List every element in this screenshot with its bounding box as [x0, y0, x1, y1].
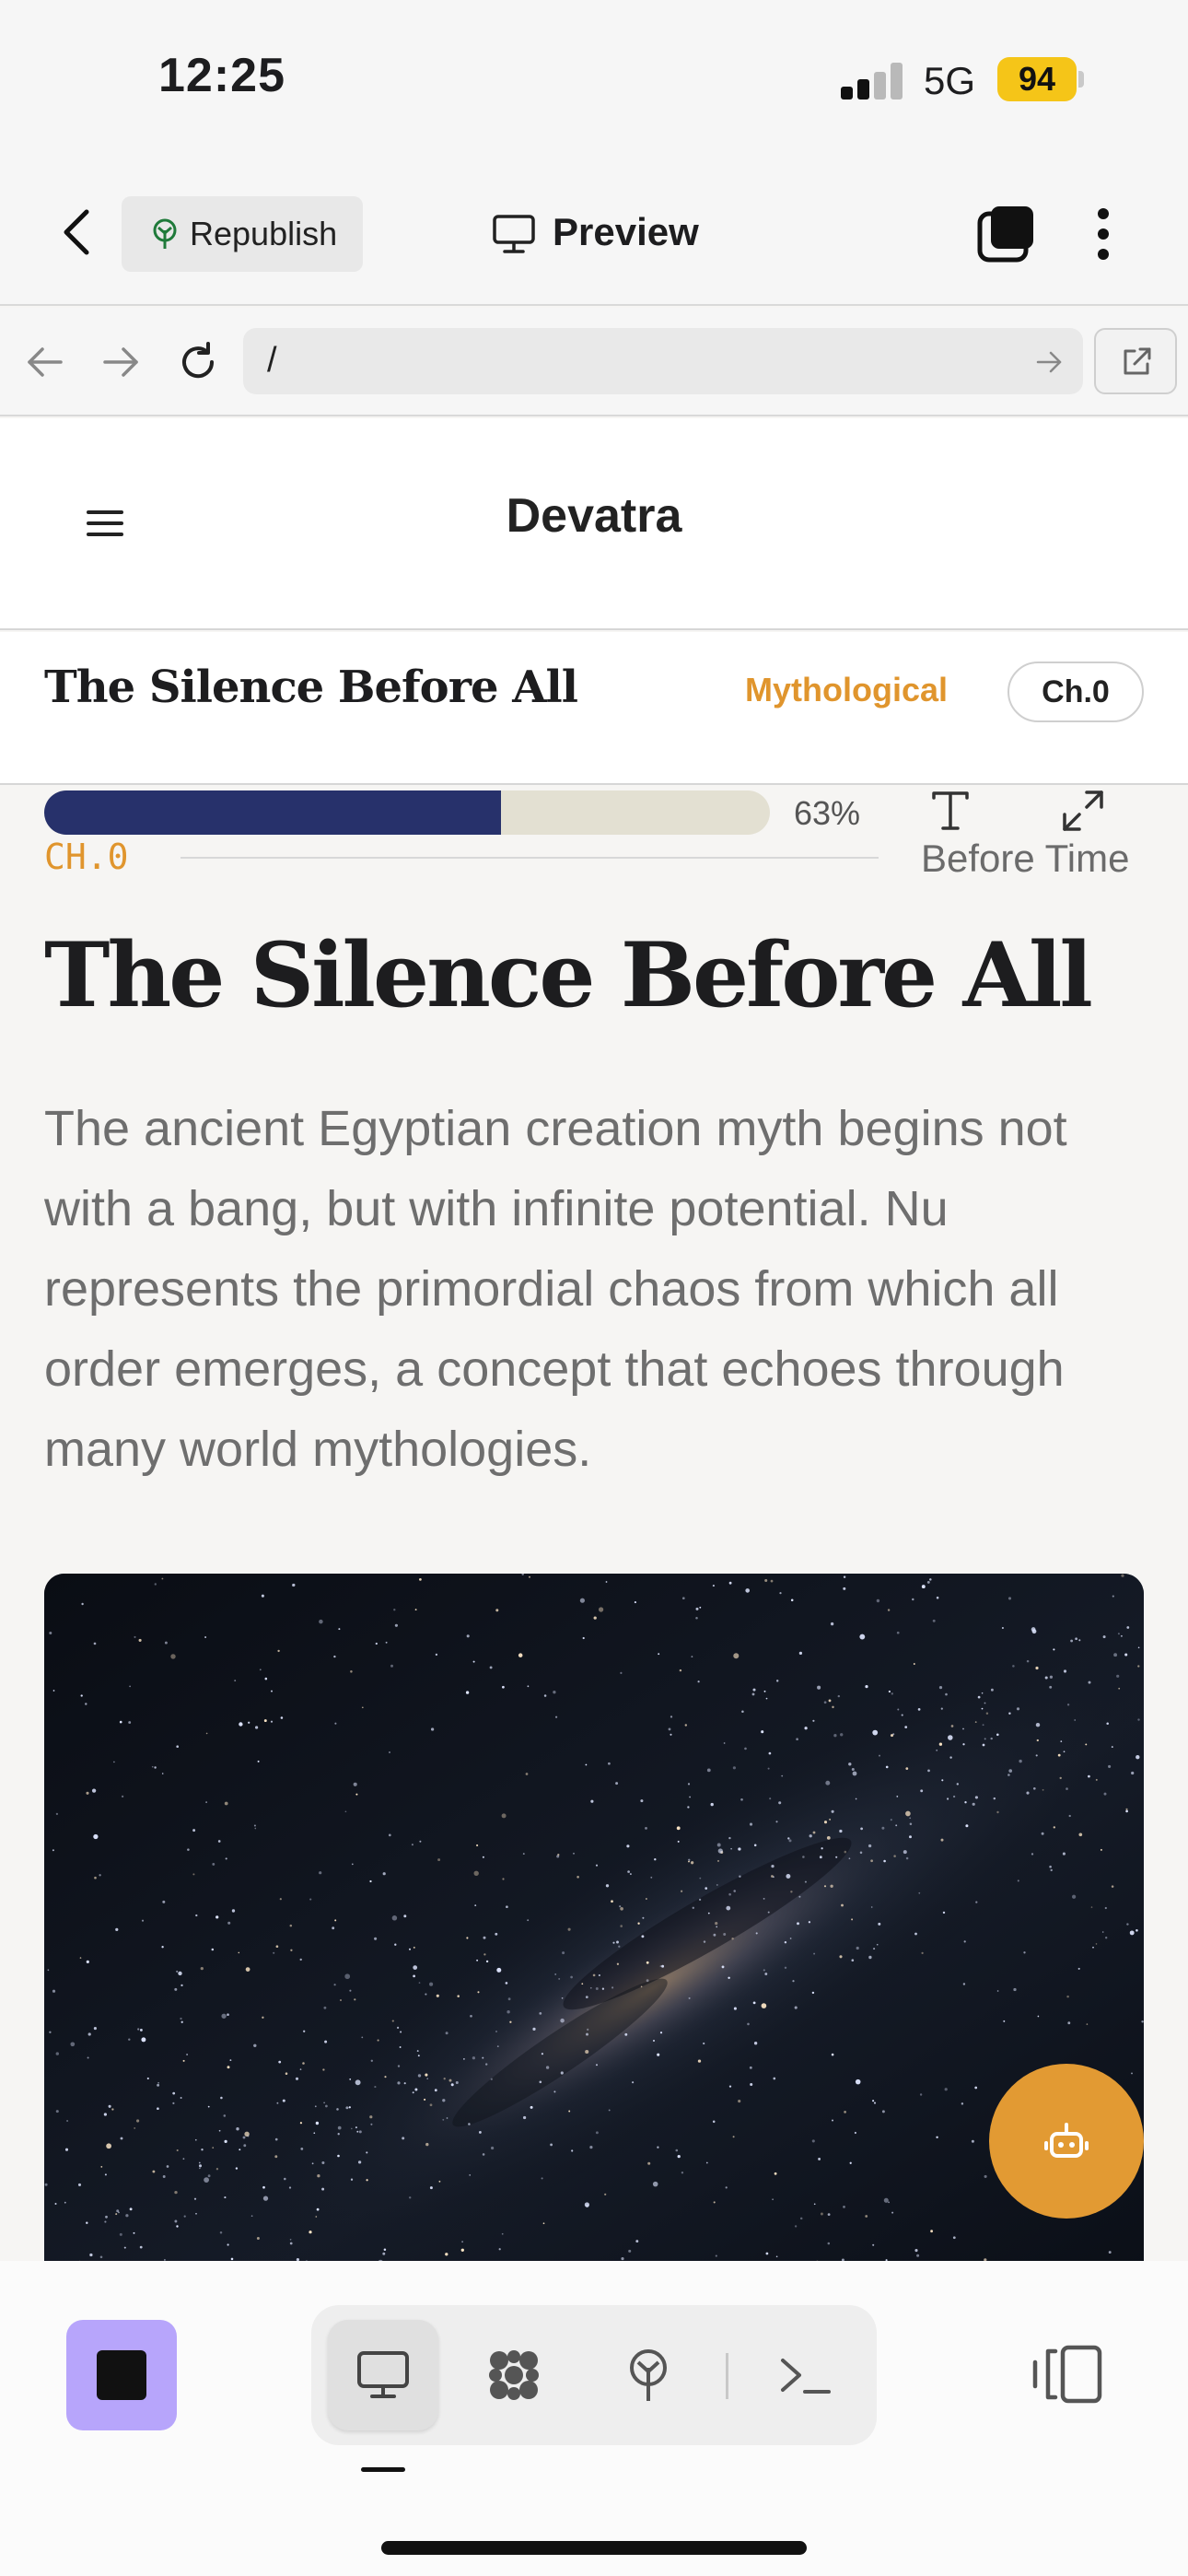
chapter-pill[interactable]: Ch.0 — [1007, 662, 1144, 722]
font-type-icon[interactable] — [928, 789, 973, 833]
reload-icon[interactable] — [177, 341, 219, 383]
external-link-icon — [1124, 347, 1151, 375]
chapter-tag: CH.0 — [44, 837, 129, 877]
arrow-right-icon[interactable] — [1035, 348, 1063, 376]
reading-progress-label: 63% — [794, 794, 861, 832]
status-time: 12:25 — [158, 49, 285, 102]
deploy-view-tab[interactable] — [593, 2320, 704, 2430]
reading-progress-fill — [44, 790, 502, 835]
stop-icon — [97, 2350, 146, 2400]
tabs-icon[interactable] — [976, 205, 1037, 263]
tree-icon — [630, 2349, 667, 2401]
preview-label: Preview — [553, 210, 699, 253]
section-title: Before Time — [921, 837, 1130, 880]
stop-button[interactable] — [66, 2320, 177, 2430]
arrow-left-icon[interactable] — [24, 341, 66, 383]
url-input[interactable]: / — [243, 328, 1083, 394]
reading-progress-bar — [44, 790, 770, 835]
expand-icon[interactable] — [1061, 789, 1105, 833]
active-tab-indicator — [361, 2467, 405, 2472]
home-indicator — [381, 2541, 807, 2555]
hero-image — [44, 1574, 1144, 2274]
category-label[interactable]: Mythological — [745, 671, 948, 709]
switcher-divider — [726, 2353, 728, 2399]
network-type: 5G — [924, 59, 976, 102]
battery-tip — [1078, 71, 1084, 88]
republish-button[interactable]: Republish — [122, 196, 363, 272]
open-external-button[interactable] — [1094, 328, 1177, 394]
terminal-view-tab[interactable] — [750, 2320, 860, 2430]
tree-icon — [153, 218, 177, 249]
terminal-icon — [781, 2359, 831, 2394]
republish-label: Republish — [190, 215, 338, 252]
robot-icon — [1044, 2123, 1089, 2158]
chapter-title: The Silence Before All — [44, 662, 578, 713]
workspace-view-tab[interactable] — [459, 2320, 569, 2430]
site-brand[interactable]: Devatra — [0, 488, 1188, 544]
starfield-image — [44, 1574, 1144, 2274]
signal-icon — [841, 63, 905, 100]
chapter-divider — [181, 857, 879, 859]
article-lede: The ancient Egyptian creation myth begin… — [44, 1101, 1067, 1477]
article-title: The Silence Before All — [44, 923, 1093, 1027]
monitor-icon — [357, 2351, 409, 2398]
battery-level: 94 — [997, 57, 1077, 101]
ai-assistant-button[interactable] — [989, 2064, 1144, 2219]
preview-view-tab[interactable] — [328, 2320, 438, 2430]
more-vertical-icon[interactable] — [1092, 206, 1114, 262]
arrow-right-icon[interactable] — [99, 341, 142, 383]
url-path: / — [267, 341, 277, 380]
cluster-icon — [489, 2350, 539, 2400]
monitor-icon — [493, 215, 535, 253]
panel-toggle-icon[interactable] — [1030, 2344, 1103, 2405]
chevron-left-icon[interactable] — [59, 208, 96, 256]
